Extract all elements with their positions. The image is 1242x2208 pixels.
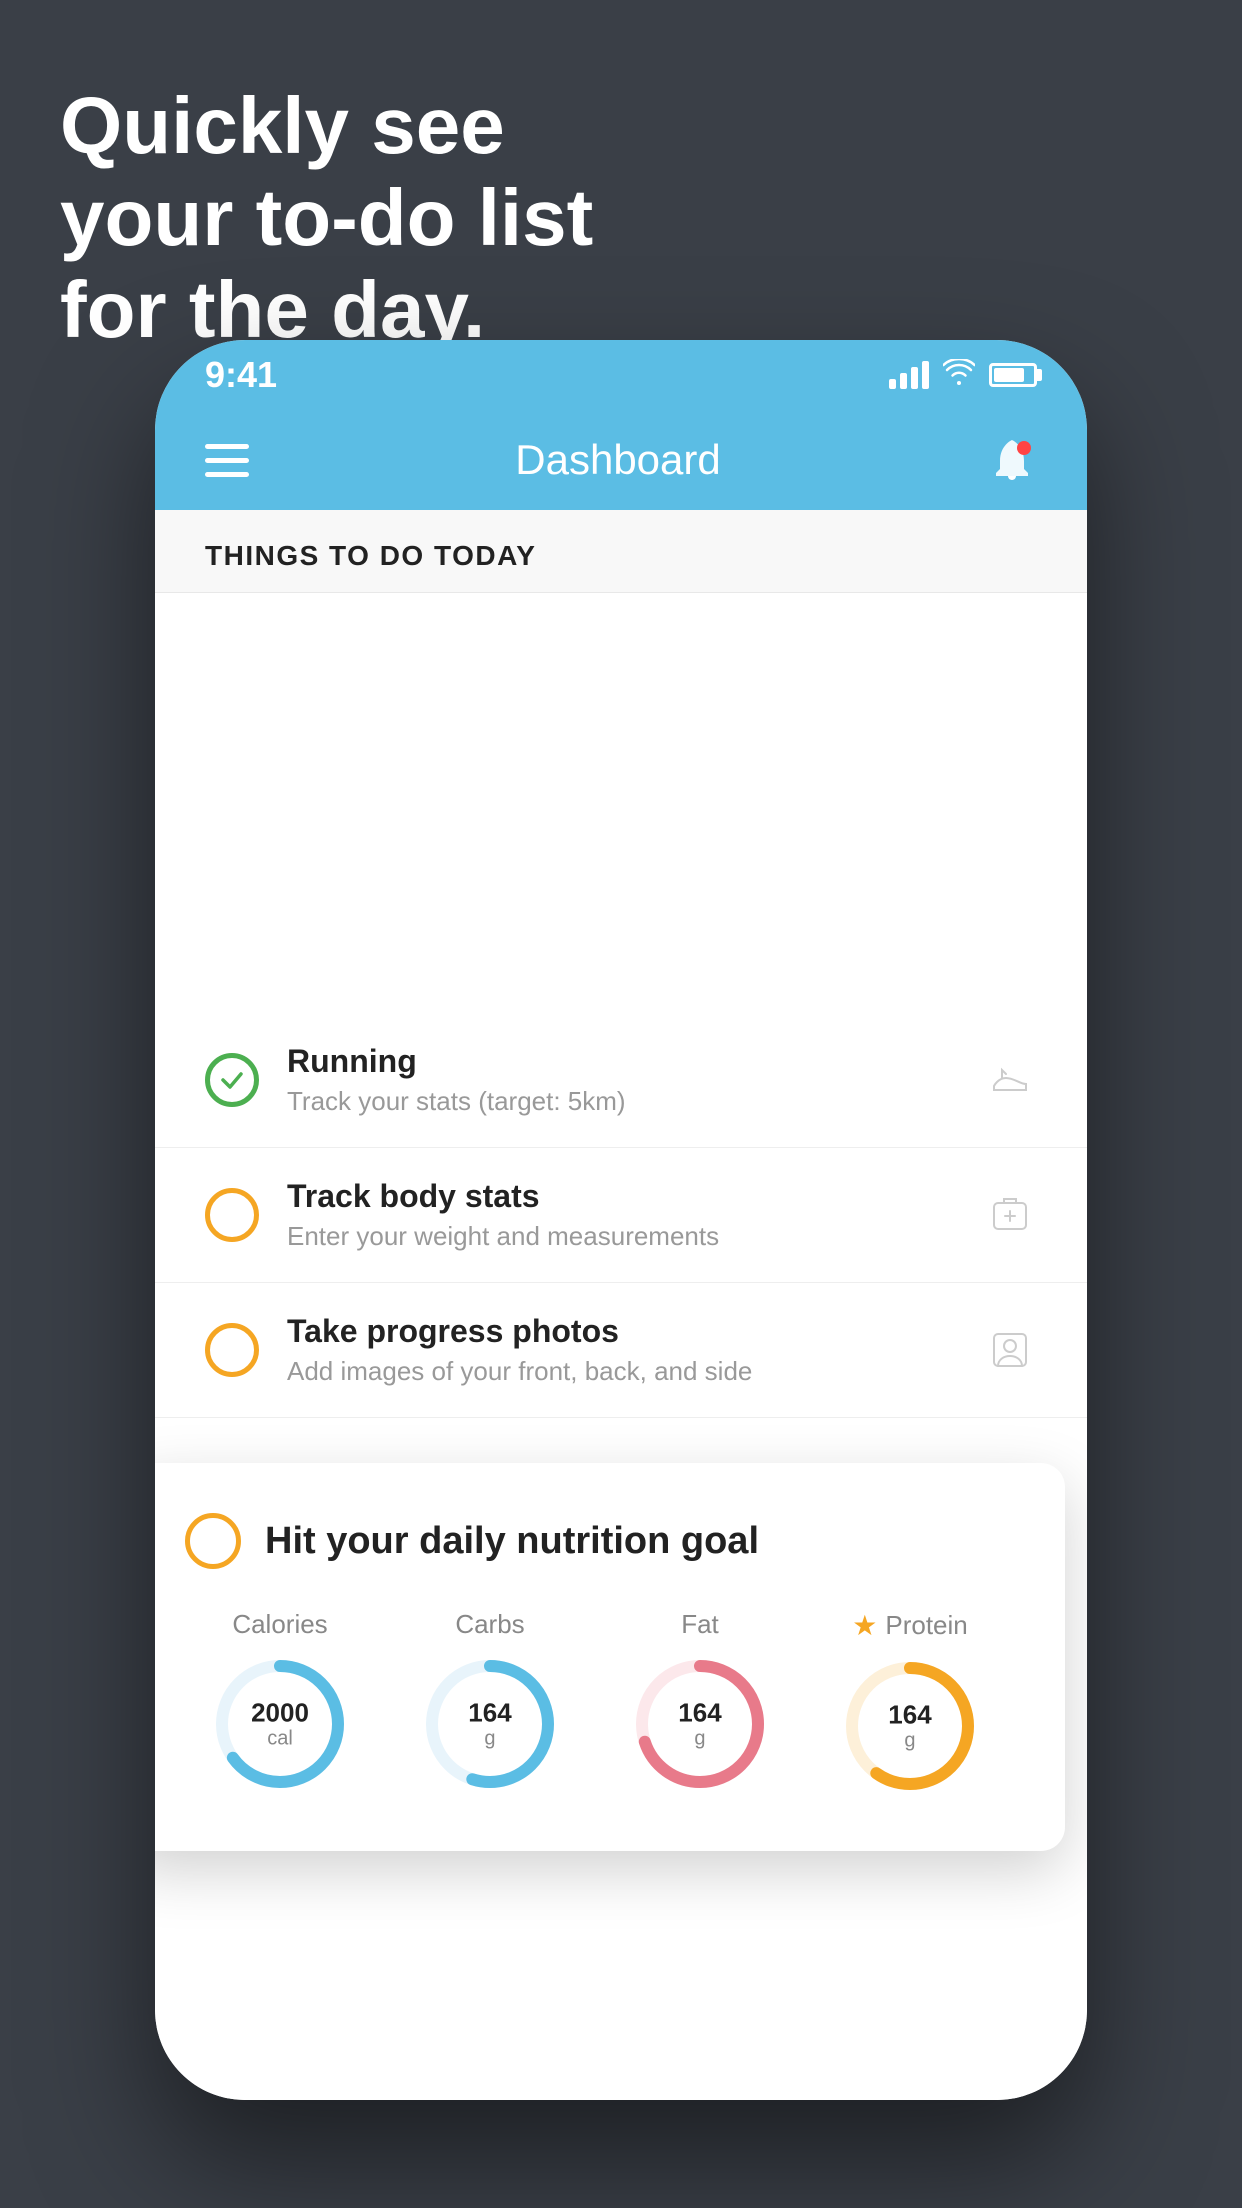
nutrition-card-title: Hit your daily nutrition goal <box>265 1520 759 1563</box>
photos-title: Take progress photos <box>287 1313 955 1350</box>
todo-item-photos[interactable]: Take progress photos Add images of your … <box>155 1283 1087 1418</box>
nav-bar: Dashboard <box>155 410 1087 510</box>
phone-mockup: 9:41 <box>155 340 1087 2100</box>
nutrition-calories: Calories 2000 cal <box>210 1609 350 1796</box>
headline: Quickly see your to-do list for the day. <box>60 80 593 356</box>
shoe-icon <box>983 1053 1037 1107</box>
running-subtitle: Track your stats (target: 5km) <box>287 1086 955 1117</box>
bell-icon[interactable] <box>987 435 1037 485</box>
body-stats-subtitle: Enter your weight and measurements <box>287 1221 955 1252</box>
person-icon <box>983 1323 1037 1377</box>
body-stats-text: Track body stats Enter your weight and m… <box>287 1178 955 1252</box>
card-header-row: Hit your daily nutrition goal <box>185 1513 1005 1569</box>
running-check-circle <box>205 1053 259 1107</box>
status-bar: 9:41 <box>155 340 1087 410</box>
section-title: THINGS TO DO TODAY <box>205 540 1037 572</box>
protein-label: Protein <box>885 1610 967 1641</box>
photos-text: Take progress photos Add images of your … <box>287 1313 955 1387</box>
fat-value-text: 164 g <box>678 1699 721 1750</box>
protein-value-text: 164 g <box>888 1701 931 1752</box>
scale-icon <box>983 1188 1037 1242</box>
nav-title: Dashboard <box>515 436 720 484</box>
protein-star-icon: ★ <box>852 1609 877 1642</box>
photos-subtitle: Add images of your front, back, and side <box>287 1356 955 1387</box>
body-stats-check-circle <box>205 1188 259 1242</box>
nutrition-check-circle <box>185 1513 241 1569</box>
nutrition-carbs: Carbs 164 g <box>420 1609 560 1796</box>
running-title: Running <box>287 1043 955 1080</box>
status-time: 9:41 <box>205 354 277 396</box>
hamburger-menu-icon[interactable] <box>205 444 249 477</box>
running-text: Running Track your stats (target: 5km) <box>287 1043 955 1117</box>
carbs-label: Carbs <box>455 1609 524 1640</box>
fat-ring: 164 g <box>630 1654 770 1794</box>
things-to-do-section: THINGS TO DO TODAY <box>155 510 1087 593</box>
carbs-ring: 164 g <box>420 1654 560 1794</box>
todo-item-running[interactable]: Running Track your stats (target: 5km) <box>155 1013 1087 1148</box>
calories-ring: 2000 cal <box>210 1654 350 1794</box>
carbs-value-text: 164 g <box>468 1699 511 1750</box>
nutrition-protein: ★ Protein 164 g <box>840 1609 980 1796</box>
body-stats-title: Track body stats <box>287 1178 955 1215</box>
wifi-icon <box>943 359 975 392</box>
protein-label-row: ★ Protein <box>852 1609 968 1642</box>
calories-label: Calories <box>232 1609 327 1640</box>
calories-value-text: 2000 cal <box>251 1699 309 1750</box>
fat-label: Fat <box>681 1609 719 1640</box>
nutrition-columns: Calories 2000 cal Carbs <box>185 1609 1005 1796</box>
signal-bars-icon <box>889 361 929 389</box>
protein-ring: 164 g <box>840 1656 980 1796</box>
content-area: Hit your daily nutrition goal Calories 2… <box>155 1013 1087 2100</box>
nutrition-fat: Fat 164 g <box>630 1609 770 1796</box>
todo-item-body-stats[interactable]: Track body stats Enter your weight and m… <box>155 1148 1087 1283</box>
status-icons <box>889 359 1037 392</box>
photos-check-circle <box>205 1323 259 1377</box>
nutrition-card: Hit your daily nutrition goal Calories 2… <box>155 1463 1065 1851</box>
battery-icon <box>989 363 1037 387</box>
